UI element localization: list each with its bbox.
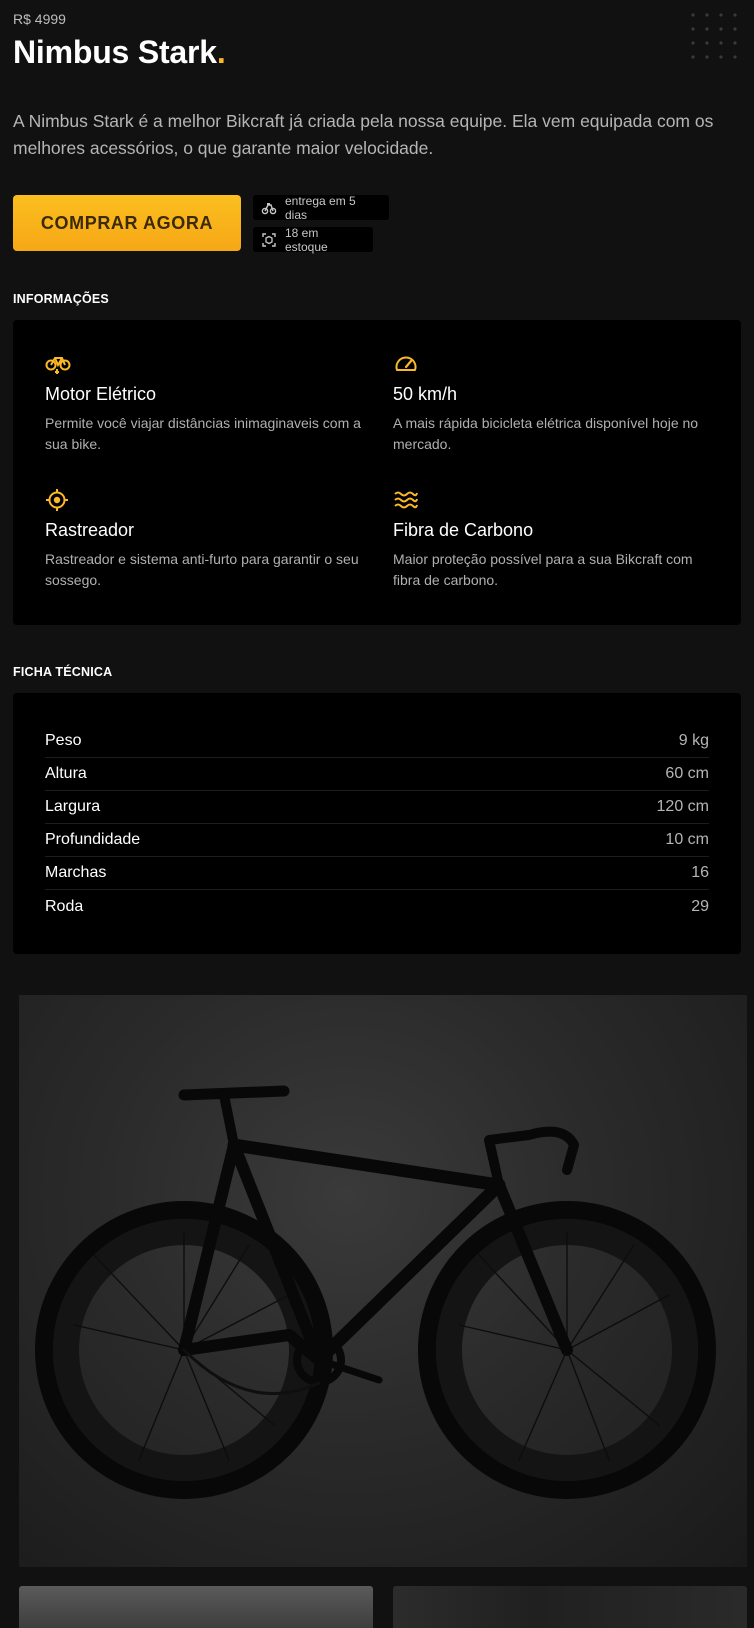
- spec-row: Largura 120 cm: [45, 791, 709, 824]
- info-panel: Motor Elétrico Permite você viajar distâ…: [13, 320, 741, 625]
- spec-label: Altura: [45, 765, 87, 782]
- stock-badge: 18 em estoque: [253, 225, 373, 254]
- product-title: Nimbus Stark.: [13, 34, 226, 71]
- spec-row: Roda 29: [45, 890, 709, 923]
- feature-title: Rastreador: [45, 520, 135, 540]
- spec-section-heading: FICHA TÉCNICA: [13, 665, 113, 679]
- feature-text: Maior proteção possível para a sua Bikcr…: [393, 551, 693, 588]
- spec-label: Profundidade: [45, 831, 141, 848]
- speedometer-icon: [393, 352, 419, 376]
- bike-illustration: [35, 1085, 716, 1499]
- feature-title: Motor Elétrico: [45, 384, 157, 404]
- stock-box-icon: [261, 232, 277, 248]
- spec-label: Roda: [45, 897, 84, 915]
- product-description: A Nimbus Stark é a melhor Bikcraft já cr…: [13, 111, 714, 158]
- tracker-icon: [45, 488, 71, 512]
- delivery-bike-icon: [261, 200, 277, 216]
- feature-speed: 50 km/h A mais rápida bicicleta elétrica…: [393, 352, 713, 455]
- bike-photo-thumb-1[interactable]: [19, 1586, 373, 1628]
- product-name: Nimbus Stark: [13, 34, 217, 70]
- spec-row: Peso 9 kg: [45, 725, 709, 758]
- product-price: R$ 4999: [13, 11, 66, 27]
- stock-text: 18 em estoque: [285, 225, 328, 254]
- info-section-heading: INFORMAÇÕES: [13, 292, 109, 306]
- feature-title: Fibra de Carbono: [393, 520, 534, 540]
- feature-tracker: Rastreador Rastreador e sistema anti-fur…: [45, 488, 365, 591]
- spec-row: Profundidade 10 cm: [45, 824, 709, 857]
- decorative-dot-grid: [686, 8, 742, 64]
- spec-value: 9 kg: [678, 732, 709, 749]
- spec-label: Marchas: [45, 864, 107, 881]
- delivery-badge: entrega em 5 dias: [253, 193, 389, 222]
- spec-label: Largura: [45, 798, 101, 815]
- feature-text: Rastreador e sistema anti-furto para gar…: [45, 551, 359, 588]
- delivery-text: entrega em 5 dias: [285, 193, 356, 222]
- feature-title: 50 km/h: [393, 384, 458, 404]
- spec-row: Altura 60 cm: [45, 758, 709, 791]
- spec-value: 120 cm: [656, 798, 709, 815]
- spec-value: 60 cm: [665, 765, 709, 782]
- carbon-waves-icon: [393, 488, 419, 512]
- feature-text: Permite você viajar distâncias inimagina…: [45, 415, 361, 452]
- bike-photo-main[interactable]: [19, 995, 747, 1567]
- spec-value: 10 cm: [665, 831, 709, 848]
- buy-now-button[interactable]: COMPRAR AGORA: [13, 195, 241, 251]
- spec-label: Peso: [45, 732, 82, 749]
- bike-photo-thumb-2[interactable]: [393, 1586, 747, 1628]
- feature-carbon: Fibra de Carbono Maior proteção possível…: [393, 488, 713, 591]
- bike-motor-icon: [45, 352, 71, 376]
- product-page: R$ 4999 Nimbus Stark. A Nimbus Stark é a…: [0, 0, 754, 1628]
- title-accent-dot: .: [216, 34, 226, 70]
- feature-motor: Motor Elétrico Permite você viajar distâ…: [45, 352, 365, 455]
- spec-table: Peso 9 kg Altura 60 cm Largura 120 cm Pr…: [13, 693, 741, 954]
- spec-value: 29: [691, 897, 709, 915]
- feature-text: A mais rápida bicicleta elétrica disponí…: [393, 415, 699, 452]
- spec-row: Marchas 16: [45, 857, 709, 890]
- spec-value: 16: [691, 864, 709, 881]
